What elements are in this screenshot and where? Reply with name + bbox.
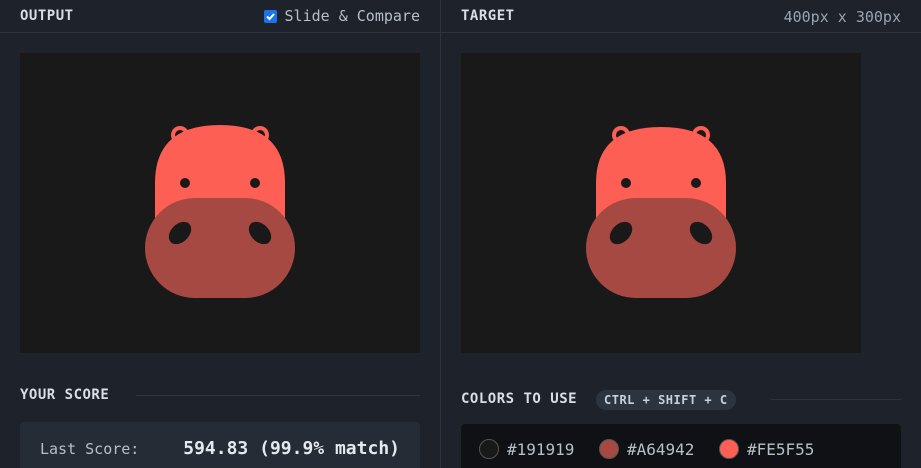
target-panel: TARGET 400px x 300px COLORS TO USE CTRL … (441, 0, 921, 468)
output-header: OUTPUT Slide & Compare (0, 0, 440, 33)
slide-compare-label: Slide & Compare (284, 7, 420, 25)
color-dot-3 (719, 439, 739, 459)
color-label-2: #A64942 (627, 439, 695, 459)
left-eye (180, 178, 190, 188)
colors-divider (771, 399, 901, 400)
color-dot-1 (479, 439, 499, 459)
output-canvas[interactable] (20, 53, 420, 353)
target-title: TARGET (461, 8, 515, 24)
target-canvas (461, 53, 861, 353)
output-hippo-drawing (145, 125, 295, 298)
score-divider (136, 395, 420, 396)
color-label-3: #FE5F55 (747, 439, 815, 459)
slide-compare-toggle[interactable]: Slide & Compare (263, 7, 420, 25)
left-eye (621, 178, 631, 188)
target-hippo-drawing (586, 126, 736, 298)
output-title: OUTPUT (20, 8, 74, 24)
color-dot-2 (599, 439, 619, 459)
last-score-value: 594.83 (99.9% match) (183, 438, 400, 459)
score-box: Last Score: 594.83 (99.9% match) (20, 422, 420, 468)
last-score-label: Last Score: (40, 440, 140, 458)
snout (145, 198, 295, 298)
right-eye (691, 178, 701, 188)
snout (586, 198, 736, 298)
color-swatch-3[interactable]: #FE5F55 (719, 439, 814, 459)
copy-colors-shortcut-badge: CTRL + SHIFT + C (596, 390, 736, 410)
target-dimensions: 400px x 300px (783, 8, 901, 26)
checkmark-icon (265, 12, 275, 20)
color-label-1: #191919 (507, 439, 575, 459)
colors-box: #191919 #A64942 #FE5F55 (461, 424, 901, 468)
slide-compare-checkbox[interactable] (263, 9, 277, 23)
output-panel: OUTPUT Slide & Compare YOUR SCORE Last S… (0, 0, 440, 468)
target-header: TARGET 400px x 300px (441, 0, 921, 33)
colors-section-title: COLORS TO USE (461, 391, 578, 407)
score-section-title: YOUR SCORE (20, 387, 110, 403)
color-swatch-2[interactable]: #A64942 (599, 439, 694, 459)
color-swatch-1[interactable]: #191919 (479, 439, 574, 459)
right-eye (250, 178, 260, 188)
